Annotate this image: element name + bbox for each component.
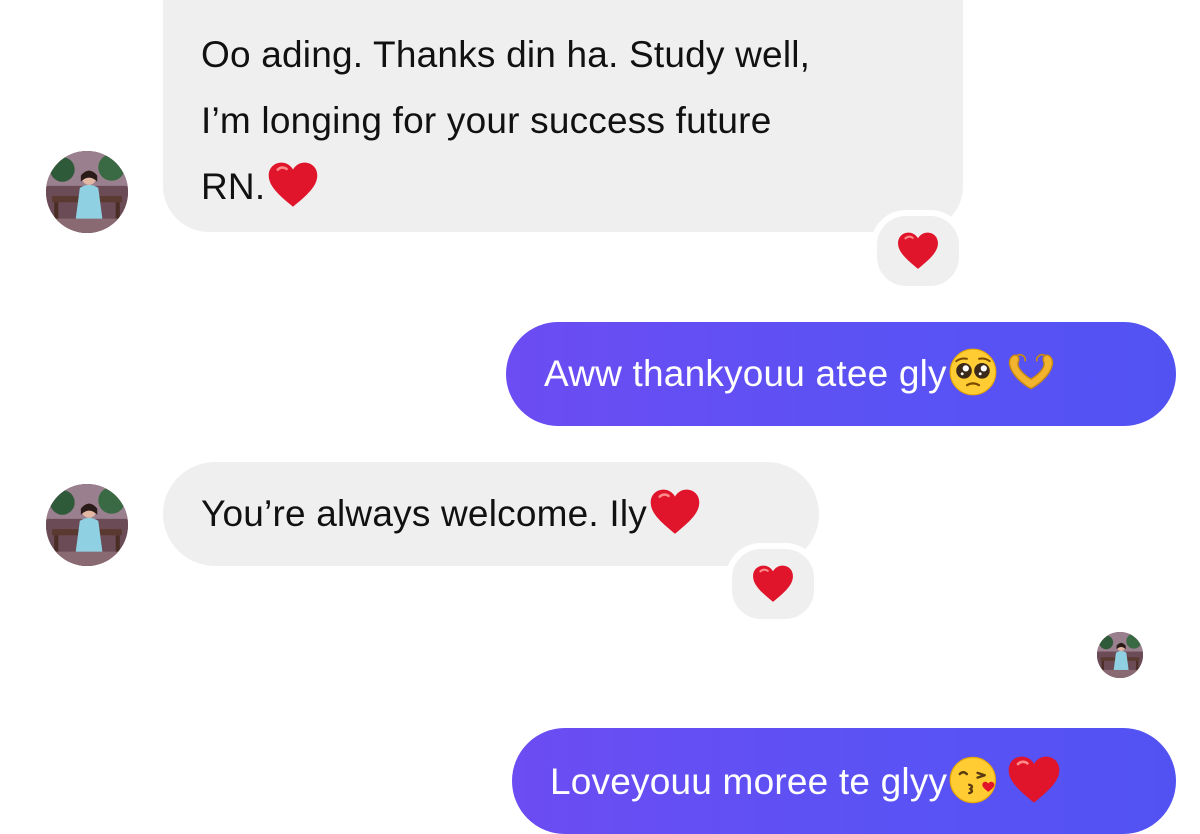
message-line: I’m longing for your success future [201, 100, 772, 141]
red-heart-icon [649, 489, 701, 535]
avatar-photo [46, 151, 128, 233]
message-bubble-outgoing[interactable]: Loveyouu moree te glyy [512, 728, 1176, 834]
reaction-badge[interactable] [871, 210, 965, 292]
message-text: You’re always welcome. Ily [201, 493, 647, 534]
heart-hands-icon [1005, 350, 1057, 394]
avatar-photo [1097, 632, 1143, 678]
reaction-badge[interactable] [726, 543, 820, 625]
red-heart-icon [267, 162, 319, 208]
pleading-face-icon [949, 348, 997, 396]
message-bubble-incoming[interactable]: You’re always welcome. Ily [163, 462, 819, 566]
red-heart-icon [752, 565, 794, 603]
contact-avatar[interactable] [46, 151, 128, 233]
contact-avatar[interactable] [46, 484, 128, 566]
avatar-photo [46, 484, 128, 566]
red-heart-icon [1007, 756, 1061, 804]
message-line: Oo ading. Thanks din ha. Study well, [201, 34, 811, 75]
message-line-text: RN. [201, 166, 266, 207]
message-text: Aww thankyouu atee gly [544, 353, 947, 394]
read-receipt-avatar [1097, 632, 1143, 678]
message-bubble-incoming[interactable]: Oo ading. Thanks din ha. Study well, I’m… [163, 0, 963, 232]
message-line: RN. [201, 154, 925, 220]
message-bubble-outgoing[interactable]: Aww thankyouu atee gly [506, 322, 1176, 426]
red-heart-icon [897, 232, 939, 270]
message-text: Loveyouu moree te glyy [550, 761, 948, 802]
face-blowing-kiss-icon [949, 756, 999, 804]
